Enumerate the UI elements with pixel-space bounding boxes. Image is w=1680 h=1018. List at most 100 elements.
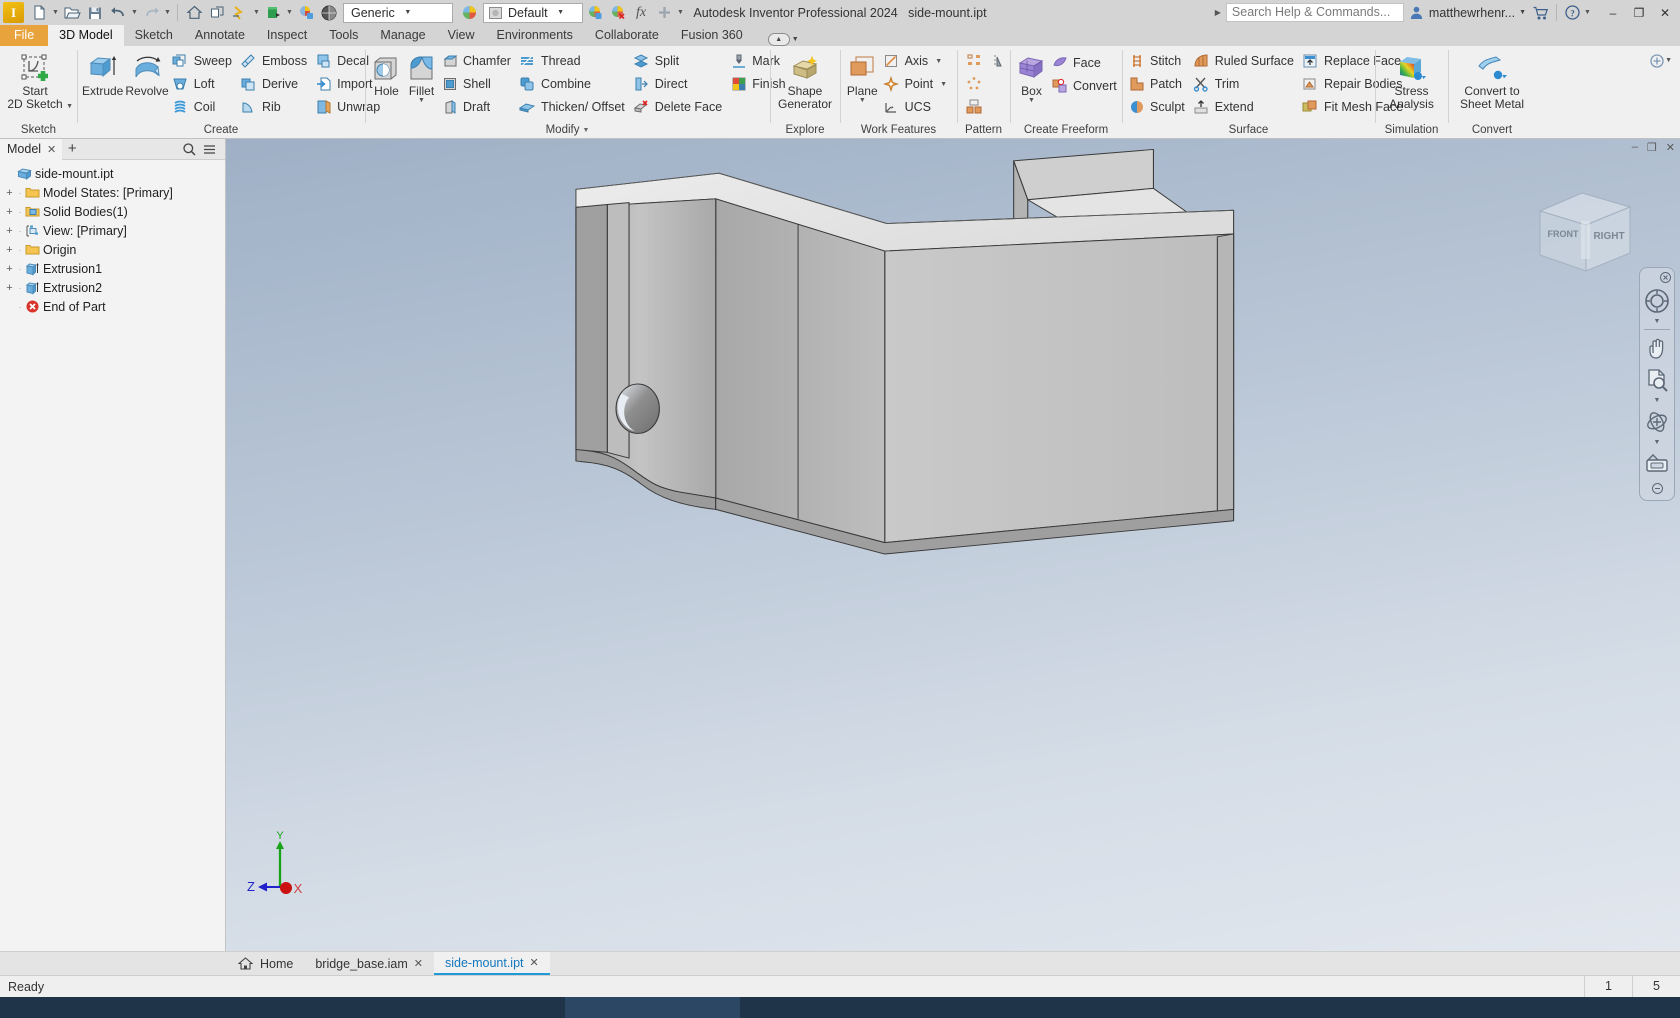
material-caret-icon[interactable]: ▼ [285,2,294,24]
doc-tab-close-icon[interactable]: ✕ [530,956,539,969]
search-icon[interactable] [181,141,198,158]
appearance-swatch-icon[interactable] [458,2,480,24]
sketch-driven-pattern-button[interactable] [963,96,984,118]
visual-style-icon[interactable] [318,2,340,24]
patch-button[interactable]: Patch [1126,73,1191,95]
appearance-manage-icon[interactable] [295,2,317,24]
extend-button[interactable]: Extend [1191,96,1300,118]
point-button[interactable]: Point ▼ [881,73,953,95]
appearance-combo[interactable]: Default ▼ [483,2,583,23]
thread-button[interactable]: Thread [517,50,631,72]
navigation-wheel-caret-icon[interactable]: ▼ [1654,317,1661,327]
update-caret-icon[interactable]: ▼ [252,2,261,24]
help-caret-icon[interactable]: ▼ [1583,2,1592,24]
hole-button[interactable]: Hole [369,50,404,98]
tree-expander[interactable]: + [3,244,16,256]
rib-button[interactable]: Rib [238,96,313,118]
add-qat-icon[interactable] [653,2,675,24]
save-icon[interactable] [84,2,106,24]
browser-tab-close-icon[interactable]: ✕ [47,143,56,156]
tree-expander[interactable]: + [3,225,16,237]
account-menu[interactable]: matthewrhenr... ▼ [1404,4,1530,21]
view-cube[interactable]: FRONT RIGHT [1526,181,1644,281]
doc-tab-close-icon[interactable]: ✕ [414,957,423,970]
sculpt-button[interactable]: Sculpt [1126,96,1191,118]
orbit-caret-icon[interactable]: ▼ [1654,438,1661,448]
browser-tab-model[interactable]: Model ✕ [0,138,63,160]
tree-item-document[interactable]: side-mount.ipt [3,164,225,183]
search-expand-caret-icon[interactable]: ▶ [1215,8,1221,17]
mirror-button[interactable] [984,50,1005,72]
shape-generator-button[interactable]: Shape Generator [774,50,836,111]
revolve-button[interactable]: Revolve [124,50,169,98]
open-file-icon[interactable] [61,2,83,24]
tree-item-end-of-part[interactable]: · End of Part [3,297,225,316]
split-button[interactable]: Split [631,50,728,72]
thicken-offset-button[interactable]: Thicken/ Offset [517,96,631,118]
axis-button[interactable]: Axis ▼ [881,50,953,72]
cart-icon[interactable] [1530,2,1552,24]
tree-expander[interactable]: + [3,282,16,294]
orbit-icon[interactable] [1642,406,1672,438]
panel-expand-caret-icon[interactable]: ▼ [582,127,589,134]
chamfer-button[interactable]: Chamfer [439,50,517,72]
adjust-appearance-icon[interactable] [584,2,606,24]
plane-caret-icon[interactable]: ▼ [859,97,866,104]
tree-expander[interactable]: + [3,263,16,275]
start-2d-sketch-button[interactable]: Start 2D Sketch [4,50,66,111]
window-minimize-button[interactable]: – [1600,2,1626,24]
fillet-caret-icon[interactable]: ▼ [418,97,425,104]
direct-button[interactable]: Direct [631,73,728,95]
clear-appearance-icon[interactable] [607,2,629,24]
pan-icon[interactable] [1642,332,1672,364]
doc-tab-side-mount[interactable]: side-mount.ipt ✕ [433,952,550,975]
draft-button[interactable]: Draft [439,96,517,118]
ribbon-tab-environments[interactable]: Environments [485,25,583,46]
material-icon[interactable] [262,2,284,24]
navbar-collapse-icon[interactable] [1651,483,1663,496]
plane-button[interactable]: Plane ▼ [844,50,881,104]
look-at-icon[interactable] [1642,448,1672,480]
ruled-surface-button[interactable]: Ruled Surface [1191,50,1300,72]
tree-expander[interactable]: + [3,206,16,218]
tree-item-extrusion2[interactable]: + · Extrusion2 [3,278,225,297]
inventor-logo-icon[interactable]: I [3,2,24,23]
ucs-button[interactable]: UCS [881,96,953,118]
taskbar-active-window[interactable] [565,997,740,1018]
fillet-button[interactable]: Fillet ▼ [404,50,439,104]
new-file-caret-icon[interactable]: ▼ [51,2,60,24]
ribbon-tab-annotate[interactable]: Annotate [184,25,256,46]
derive-button[interactable]: Derive [238,73,313,95]
return-icon[interactable] [206,2,228,24]
tree-item-extrusion1[interactable]: + · Extrusion1 [3,259,225,278]
navbar-close-icon[interactable] [1660,272,1671,285]
rectangular-pattern-button[interactable] [963,50,984,72]
redo-icon[interactable] [140,2,162,24]
ribbon-tab-view[interactable]: View [437,25,486,46]
freeform-convert-button[interactable]: Convert [1049,75,1123,97]
window-maximize-button[interactable]: ❐ [1626,2,1652,24]
circular-pattern-button[interactable] [963,73,984,95]
shell-button[interactable]: Shell [439,73,517,95]
extrude-button[interactable]: Extrude [81,50,124,98]
convert-sheet-metal-button[interactable]: Convert to Sheet Metal [1453,50,1531,111]
viewport-minimize-button[interactable]: – [1632,141,1638,154]
chevron-down-icon[interactable]: ▼ [1519,9,1526,16]
hamburger-menu-icon[interactable] [201,141,218,158]
graphics-viewport[interactable]: – ❐ ✕ FRONT RIGHT ▼ ▼ ▼ Y Z X [226,139,1680,951]
material-combo[interactable]: Generic ▼ [343,2,453,23]
ribbon-tab-tools[interactable]: Tools [318,25,369,46]
ribbon-tab-sketch[interactable]: Sketch [124,25,184,46]
delete-face-button[interactable]: Delete Face [631,96,728,118]
ribbon-minimize-button[interactable]: ▲ [767,33,790,46]
freeform-face-button[interactable]: Face [1049,52,1123,74]
freeform-box-caret-icon[interactable]: ▼ [1028,97,1035,104]
axis-caret-icon[interactable]: ▼ [935,58,942,65]
point-caret-icon[interactable]: ▼ [940,81,947,88]
chevron-down-icon[interactable]: ▼ [554,9,568,16]
doc-tab-bridge-base[interactable]: bridge_base.iam ✕ [304,952,434,975]
ribbon-options-icon[interactable] [1648,52,1665,69]
home-icon[interactable] [183,2,205,24]
stitch-button[interactable]: Stitch [1126,50,1191,72]
tree-expander[interactable]: + [3,187,16,199]
